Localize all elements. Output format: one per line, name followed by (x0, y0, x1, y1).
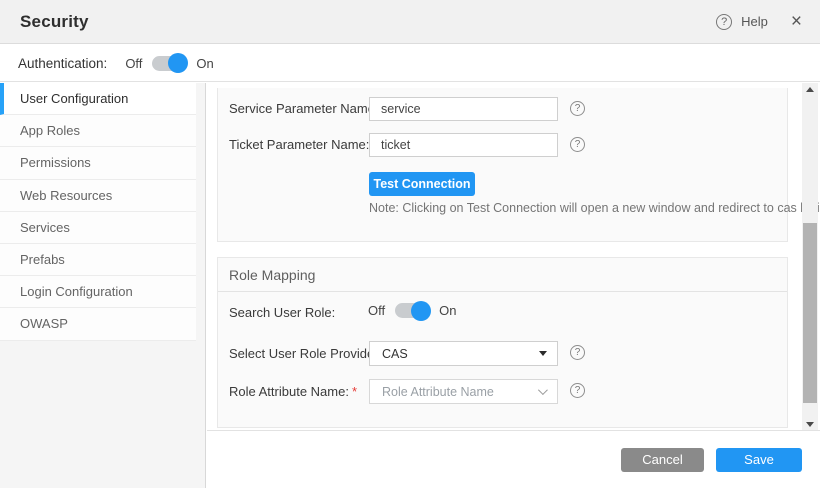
service-parameter-label: Service Parameter Name:* (229, 101, 387, 117)
help-icon[interactable]: ? (570, 101, 585, 116)
search-user-role-on-label: On (439, 303, 456, 318)
user-role-provider-select[interactable]: CAS (369, 341, 558, 366)
authentication-bar: Authentication: Off On (0, 45, 820, 82)
role-attribute-label: Role Attribute Name:* (229, 384, 357, 400)
authentication-label: Authentication: (18, 56, 107, 71)
scroll-down-arrow-icon[interactable] (802, 418, 818, 430)
help-icon[interactable]: ? (570, 345, 585, 360)
search-user-role-off-label: Off (368, 303, 385, 318)
search-user-role-toggle-group: Off On (368, 303, 456, 318)
authentication-toggle-group: Off On (125, 56, 213, 71)
help-link[interactable]: Help (741, 14, 768, 29)
search-user-role-label: Search User Role: (229, 305, 335, 321)
sidebar-item-user-configuration[interactable]: User Configuration (0, 83, 196, 115)
cancel-button[interactable]: Cancel (621, 448, 704, 472)
test-connection-button[interactable]: Test Connection (369, 172, 475, 196)
user-role-provider-label: Select User Role Provider: (229, 346, 382, 362)
role-mapping-card: Role Mapping Search User Role: Off On Se… (217, 257, 788, 428)
section-divider (218, 291, 787, 292)
service-parameter-input[interactable] (369, 97, 558, 121)
sidebar-item-owasp[interactable]: OWASP (0, 308, 196, 340)
caret-down-icon (539, 351, 547, 356)
authentication-on-label: On (196, 56, 213, 71)
chevron-down-icon (538, 385, 548, 395)
sidebar-item-prefabs[interactable]: Prefabs (0, 244, 196, 276)
content-panel: Service Parameter Name:* ? Ticket Parame… (207, 83, 820, 430)
ticket-parameter-label-text: Ticket Parameter Name: (229, 137, 369, 152)
required-asterisk: * (352, 384, 357, 399)
sidebar-item-permissions[interactable]: Permissions (0, 147, 196, 179)
sidebar-item-app-roles[interactable]: App Roles (0, 115, 196, 147)
authentication-toggle[interactable] (152, 56, 186, 71)
help-icon[interactable]: ? (570, 383, 585, 398)
security-dialog: Security ? Help × Authentication: Off On… (0, 0, 820, 488)
user-role-provider-value: CAS (382, 347, 408, 361)
ticket-parameter-input[interactable] (369, 133, 558, 157)
ticket-parameter-label: Ticket Parameter Name:* (229, 137, 377, 153)
dialog-header: Security ? Help × (0, 0, 820, 44)
role-attribute-placeholder: Role Attribute Name (382, 385, 494, 399)
close-icon[interactable]: × (791, 12, 802, 31)
save-button[interactable]: Save (716, 448, 802, 472)
role-attribute-label-text: Role Attribute Name: (229, 384, 349, 399)
help-icon[interactable]: ? (570, 137, 585, 152)
search-user-role-toggle-knob (411, 301, 431, 321)
authentication-off-label: Off (125, 56, 142, 71)
sidebar-items: User Configuration App Roles Permissions… (0, 83, 196, 341)
header-actions: ? Help × (716, 12, 806, 31)
page-title: Security (20, 12, 89, 32)
dialog-footer: Cancel Save (207, 430, 820, 488)
authentication-toggle-knob (168, 53, 188, 73)
vertical-scrollbar[interactable] (802, 83, 818, 430)
cas-parameters-card: Service Parameter Name:* ? Ticket Parame… (217, 88, 788, 242)
settings-sidebar: User Configuration App Roles Permissions… (0, 83, 206, 488)
sidebar-item-login-configuration[interactable]: Login Configuration (0, 276, 196, 308)
role-attribute-combobox[interactable]: Role Attribute Name (369, 379, 558, 404)
service-parameter-label-text: Service Parameter Name: (229, 101, 379, 116)
role-mapping-title: Role Mapping (229, 267, 315, 283)
sidebar-item-web-resources[interactable]: Web Resources (0, 180, 196, 212)
search-user-role-toggle[interactable] (395, 303, 429, 318)
help-icon[interactable]: ? (716, 14, 732, 30)
scrollbar-thumb[interactable] (803, 223, 817, 403)
scroll-up-arrow-icon[interactable] (802, 83, 818, 95)
sidebar-item-services[interactable]: Services (0, 212, 196, 244)
test-connection-note: Note: Clicking on Test Connection will o… (369, 201, 820, 215)
